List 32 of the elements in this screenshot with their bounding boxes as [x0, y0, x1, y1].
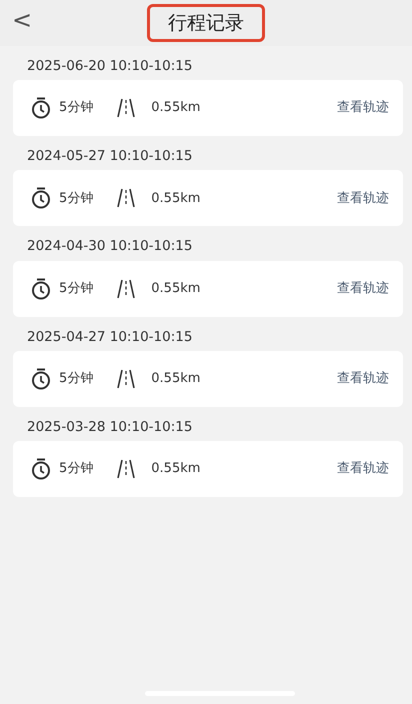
trip-date: 2025-06-20 10:10-10:15 [26, 57, 194, 76]
road-icon [117, 368, 136, 389]
trip-date: 2024-04-30 10:10-10:15 [26, 237, 194, 256]
distance-text: 0.55km [151, 99, 200, 118]
page-title: 行程记录 [147, 4, 265, 42]
trip-date: 2025-04-27 10:10-10:15 [26, 328, 194, 347]
view-track-link[interactable]: 查看轨迹 [337, 369, 389, 388]
duration-text: 5分钟 [59, 280, 94, 298]
stopwatch-icon [31, 368, 51, 390]
view-track-link[interactable]: 查看轨迹 [337, 98, 389, 118]
distance-text: 0.55km [151, 460, 200, 478]
distance-text: 0.55km [151, 370, 200, 388]
trip-date: 2024-05-27 10:10-10:15 [26, 147, 194, 166]
road-icon [117, 98, 136, 118]
stopwatch-icon [31, 458, 51, 480]
duration-text: 5分钟 [59, 460, 94, 478]
stopwatch-icon [31, 97, 51, 120]
duration-text: 5分钟 [59, 370, 94, 388]
stopwatch-icon [31, 278, 51, 300]
back-button[interactable]: < [8, 6, 36, 34]
duration-text: 5分钟 [59, 190, 94, 208]
distance-text: 0.55km [151, 190, 200, 208]
road-icon [117, 278, 136, 299]
stopwatch-icon [31, 187, 51, 210]
duration-text: 5分钟 [59, 99, 94, 118]
road-icon [117, 188, 136, 208]
trip-date: 2025-03-28 10:10-10:15 [26, 418, 194, 437]
view-track-link[interactable]: 查看轨迹 [337, 278, 389, 298]
view-track-link[interactable]: 查看轨迹 [337, 188, 389, 208]
view-track-link[interactable]: 查看轨迹 [337, 459, 389, 479]
road-icon [117, 458, 136, 479]
distance-text: 0.55km [151, 280, 200, 298]
